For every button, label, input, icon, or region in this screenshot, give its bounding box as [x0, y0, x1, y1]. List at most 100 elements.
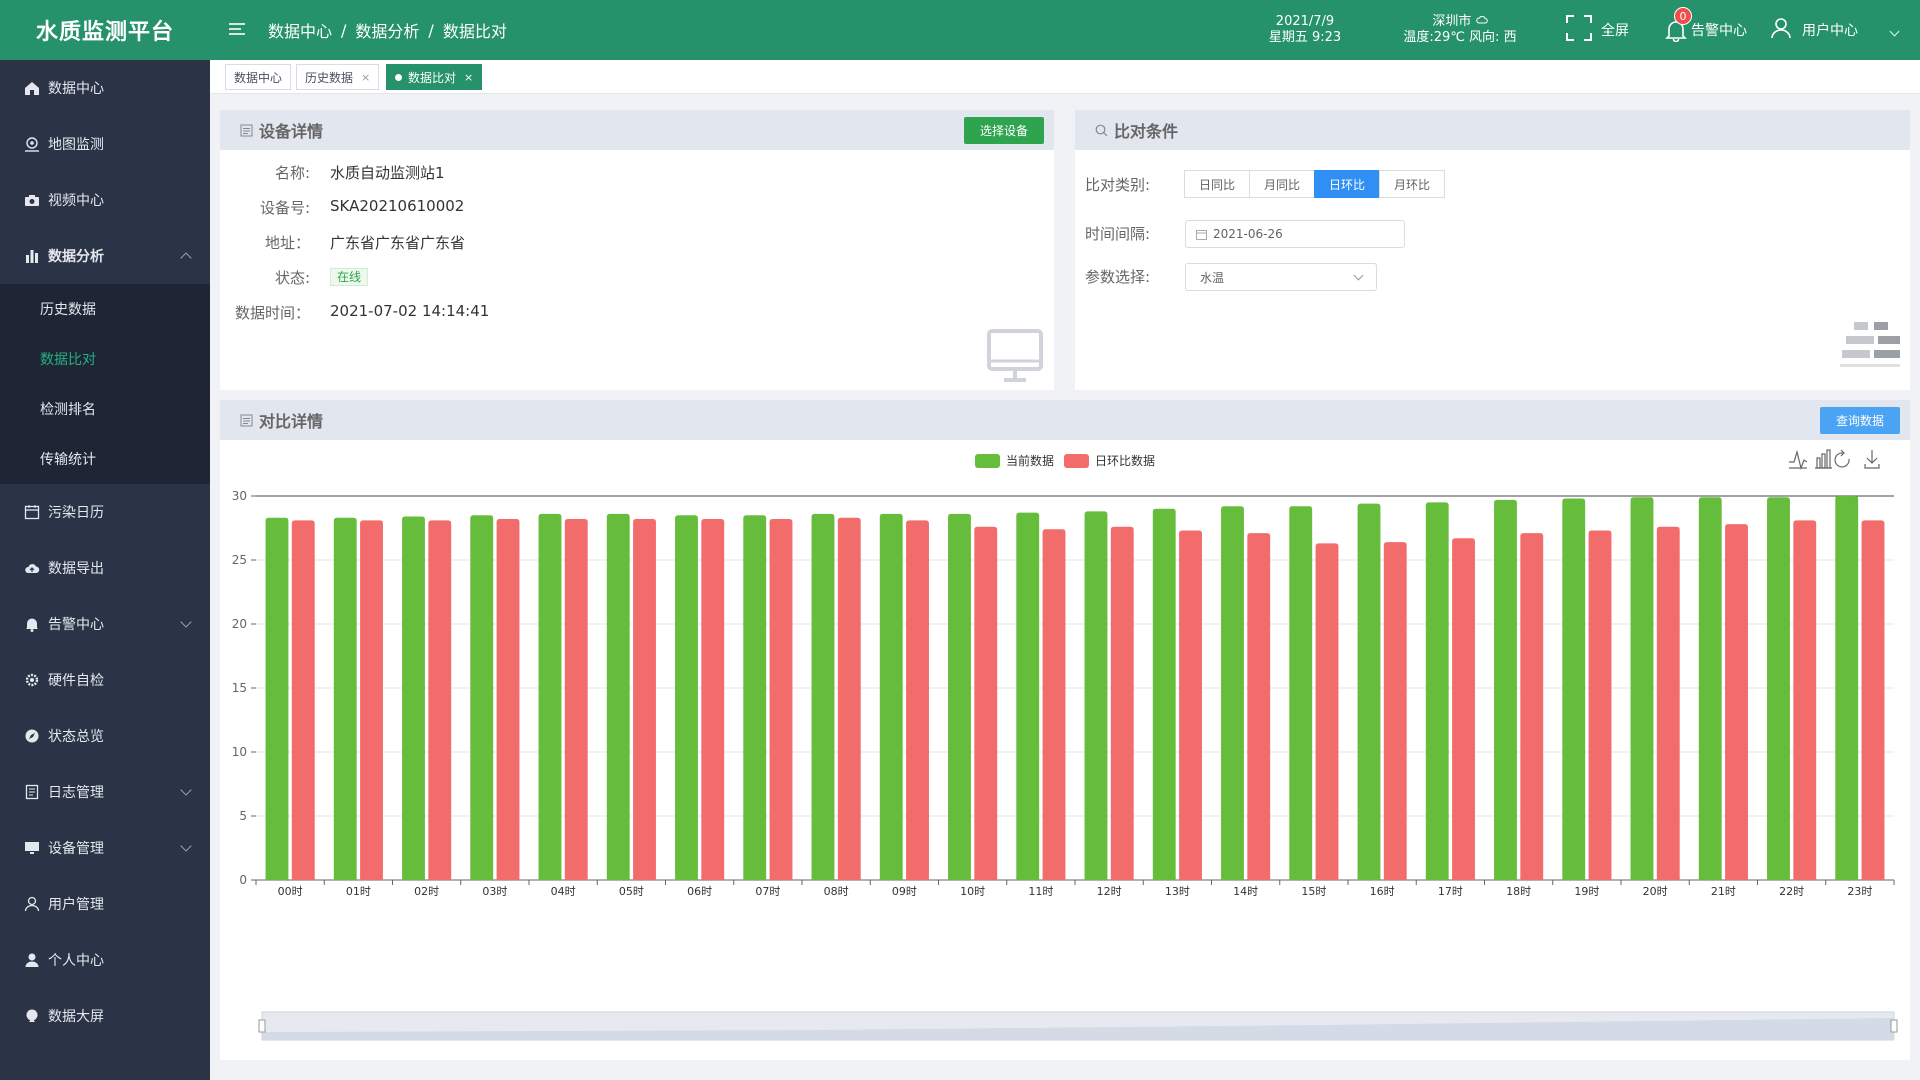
sidebar-item[interactable]: 个人中心 — [0, 932, 210, 988]
bar-compare[interactable] — [1793, 520, 1817, 880]
sidebar-item[interactable]: 地图监测 — [0, 116, 210, 172]
sidebar-item[interactable]: 视频中心 — [0, 172, 210, 228]
bar-compare[interactable] — [1861, 520, 1885, 880]
bar-current[interactable] — [743, 515, 767, 880]
bar-compare[interactable] — [1452, 538, 1475, 880]
bar-current[interactable] — [1835, 496, 1859, 880]
line-chart-switch-icon[interactable] — [1789, 449, 1808, 471]
bar-current[interactable] — [1357, 503, 1381, 880]
bar-current[interactable] — [1016, 512, 1040, 880]
sidebar-item[interactable]: 数据导出 — [0, 540, 210, 596]
bar-current[interactable] — [333, 517, 357, 880]
compare-option-daily-mom[interactable]: 日环比 — [1314, 170, 1381, 198]
data-zoom-handle-right[interactable] — [1890, 1019, 1898, 1033]
bar-compare[interactable] — [360, 520, 383, 880]
bar-current[interactable] — [1698, 497, 1722, 880]
sidebar-subitem[interactable]: 数据比对 — [0, 334, 210, 384]
tab-data-compare[interactable]: 数据比对 × — [386, 64, 483, 90]
breadcrumb-item[interactable]: 数据中心 — [268, 18, 332, 42]
bar-compare[interactable] — [906, 520, 929, 880]
sidebar-item[interactable]: 设备管理 — [0, 820, 210, 876]
bar-compare[interactable] — [1656, 526, 1680, 880]
compare-option-monthly-mom[interactable]: 月环比 — [1379, 170, 1446, 198]
select-device-button[interactable]: 选择设备 — [963, 117, 1044, 144]
sidebar-item[interactable]: 告警中心 — [0, 596, 210, 652]
query-data-button[interactable]: 查询数据 — [1819, 407, 1900, 434]
bar-compare[interactable] — [974, 526, 998, 880]
user-center-button[interactable]: 用户中心 — [1770, 14, 1858, 46]
legend-swatch-compare[interactable] — [1064, 454, 1089, 468]
compare-option-daily-yoy[interactable]: 日同比 — [1184, 170, 1251, 198]
chevron-down-icon[interactable] — [1889, 26, 1900, 37]
sidebar-item[interactable]: 数据大屏 — [0, 988, 210, 1044]
chart-legend: 当前数据 日环比数据 — [975, 453, 1155, 468]
sidebar-subitem[interactable]: 检测排名 — [0, 384, 210, 434]
bar-compare[interactable] — [496, 519, 520, 880]
sidebar-item[interactable]: 数据中心 — [0, 60, 210, 116]
bar-compare[interactable] — [1042, 529, 1066, 880]
bar-compare[interactable] — [1520, 533, 1544, 880]
close-icon[interactable]: × — [361, 71, 370, 84]
bar-current[interactable] — [1630, 497, 1654, 880]
breadcrumb-item[interactable]: 数据分析 — [355, 18, 419, 42]
sidebar-subitem[interactable]: 传输统计 — [0, 434, 210, 484]
bar-current[interactable] — [1425, 502, 1449, 880]
bar-current[interactable] — [879, 513, 903, 880]
bar-compare[interactable] — [564, 519, 588, 880]
bar-compare[interactable] — [1588, 530, 1612, 880]
bar-current[interactable] — [265, 517, 289, 880]
sidebar-item[interactable]: 污染日历 — [0, 484, 210, 540]
sidebar-item[interactable]: 日志管理 — [0, 764, 210, 820]
tab-history-data[interactable]: 历史数据 × — [296, 64, 380, 90]
compare-option-monthly-yoy[interactable]: 月同比 — [1249, 170, 1316, 198]
bar-current[interactable] — [1084, 511, 1108, 880]
fullscreen-button[interactable]: 全屏 — [1565, 14, 1629, 46]
screen-icon — [24, 1008, 40, 1024]
bar-compare[interactable] — [769, 519, 793, 880]
legend-label-current[interactable]: 当前数据 — [1006, 453, 1054, 468]
tab-data-center[interactable]: 数据中心 — [225, 64, 292, 90]
sidebar-item[interactable]: 数据分析 — [0, 228, 210, 284]
bar-current[interactable] — [1221, 506, 1244, 880]
download-icon[interactable] — [1864, 450, 1880, 469]
bar-current[interactable] — [538, 513, 562, 880]
bar-current[interactable] — [675, 515, 698, 880]
legend-label-compare[interactable]: 日环比数据 — [1095, 453, 1155, 468]
bar-current[interactable] — [606, 513, 630, 880]
alarm-center-button[interactable]: 0 告警中心 — [1665, 7, 1747, 46]
bar-current[interactable] — [1767, 497, 1790, 880]
refresh-icon[interactable] — [1834, 449, 1850, 468]
bar-compare[interactable] — [633, 519, 656, 880]
bar-current[interactable] — [1152, 508, 1176, 880]
bar-current[interactable] — [948, 513, 971, 880]
sidebar-subitem[interactable]: 历史数据 — [0, 284, 210, 334]
param-select[interactable]: 水温 — [1185, 263, 1377, 291]
bar-current[interactable] — [811, 513, 835, 880]
bar-current[interactable] — [470, 515, 494, 880]
bar-compare[interactable] — [428, 520, 452, 880]
bar-compare[interactable] — [1383, 542, 1407, 880]
bar-compare[interactable] — [1725, 524, 1748, 880]
date-picker-input[interactable]: 2021-06-26 — [1185, 220, 1405, 248]
bar-current[interactable] — [1289, 506, 1313, 880]
bar-chart-switch-icon[interactable] — [1815, 449, 1832, 469]
legend-swatch-current[interactable] — [975, 454, 1000, 468]
data-zoom-handle-left[interactable] — [258, 1019, 266, 1033]
close-icon[interactable]: × — [464, 71, 473, 84]
home-icon — [24, 80, 40, 96]
bar-compare[interactable] — [1247, 533, 1271, 880]
sidebar-item[interactable]: 硬件自检 — [0, 652, 210, 708]
bar-compare[interactable] — [1179, 530, 1202, 880]
bar-current[interactable] — [1494, 499, 1517, 880]
bar-compare[interactable] — [291, 520, 315, 880]
data-zoom-slider[interactable] — [258, 1011, 1898, 1041]
sidebar-item[interactable]: 用户管理 — [0, 876, 210, 932]
bar-compare[interactable] — [701, 519, 725, 880]
bar-compare[interactable] — [1315, 543, 1339, 880]
bar-current[interactable] — [1562, 498, 1586, 880]
menu-toggle-icon[interactable] — [228, 20, 246, 38]
bar-compare[interactable] — [1110, 526, 1134, 880]
bar-current[interactable] — [402, 516, 425, 880]
sidebar-item[interactable]: 状态总览 — [0, 708, 210, 764]
bar-compare[interactable] — [837, 517, 861, 880]
